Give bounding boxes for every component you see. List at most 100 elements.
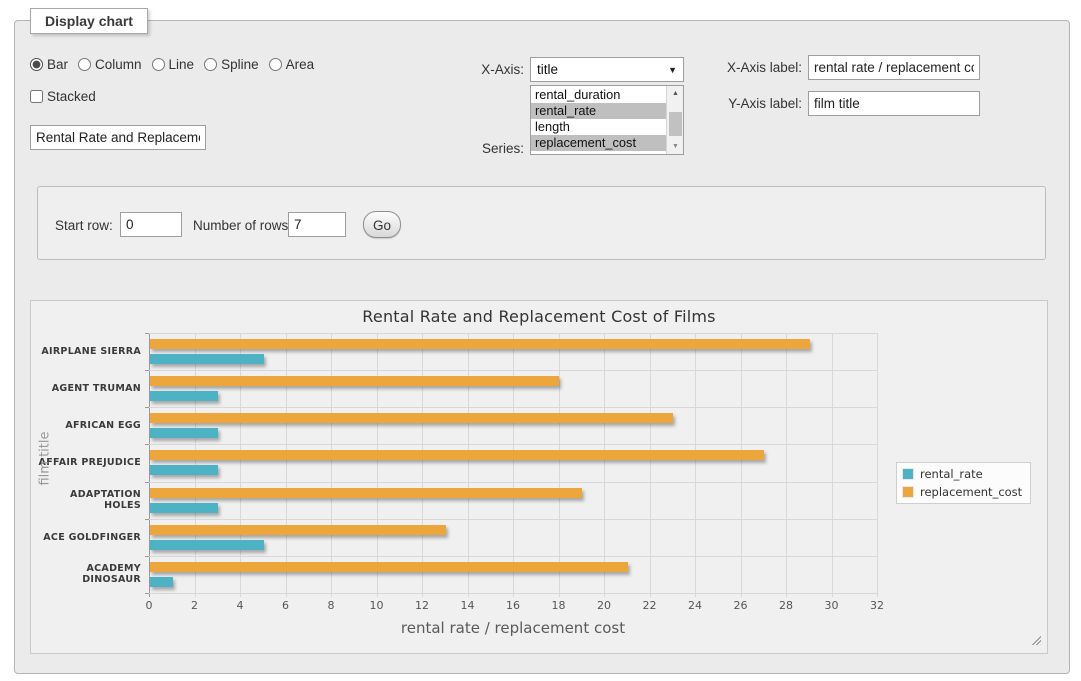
x-tick-label: 6 [271,599,301,612]
gridline-vertical [695,333,696,597]
resize-handle-icon[interactable] [1030,634,1041,645]
gridline-vertical [422,333,423,597]
chart-container: Rental Rate and Replacement Cost of Film… [30,300,1048,654]
gridline-vertical [559,333,560,597]
go-button[interactable]: Go [363,211,401,238]
row-range-panel [37,186,1046,260]
bar-rental_rate [150,577,173,587]
x-tick-label: 0 [134,599,164,612]
gridline-vertical [832,333,833,597]
bar-replacement_cost [150,525,446,535]
x-axis-select[interactable]: title ▼ [530,57,684,82]
y-tick-mark [145,407,149,408]
gridline-vertical [468,333,469,597]
y-axis-label-field-label: Y-Axis label: [720,96,802,111]
chart-type-option-column[interactable]: Column [78,57,142,72]
bar-replacement_cost [150,413,673,423]
legend-label: rental_rate [920,467,983,481]
gridline-vertical [786,333,787,597]
x-axis-select-label: X-Axis: [466,62,524,77]
bar-rental_rate [150,391,218,401]
chart-type-option-bar[interactable]: Bar [30,57,68,72]
number-of-rows-input[interactable] [288,212,346,237]
scroll-down-icon[interactable]: ▼ [667,139,684,154]
x-axis-select-value: title [537,62,558,77]
gridline-horizontal [149,407,877,408]
chart-type-radio-group: Bar Column Line Spline Area [30,57,314,72]
series-option-replacement_cost[interactable]: replacement_cost [531,135,666,151]
gridline-horizontal [149,593,877,594]
gridline-vertical [331,333,332,597]
series-listbox[interactable]: rental_durationrental_ratelengthreplacem… [530,85,684,155]
x-tick-label: 12 [407,599,437,612]
legend-swatch-replacement_cost [902,486,914,498]
y-tick-mark [145,333,149,334]
x-axis-title: rental rate / replacement cost [149,619,877,637]
gridline-vertical [650,333,651,597]
chart-type-radio-column[interactable] [78,58,91,71]
number-of-rows-label: Number of rows: [193,218,292,233]
chart-type-option-area[interactable]: Area [269,57,315,72]
chart-type-option-spline[interactable]: Spline [204,57,259,72]
x-tick-label: 14 [453,599,483,612]
series-options: rental_durationrental_ratelengthreplacem… [531,87,666,151]
x-tick-label: 26 [726,599,756,612]
x-tick-label: 16 [498,599,528,612]
bar-rental_rate [150,540,264,550]
chart-type-option-line[interactable]: Line [152,57,195,72]
gridline-vertical [513,333,514,597]
stacked-label: Stacked [47,89,96,104]
listbox-scrollbar[interactable]: ▲ ▼ [666,86,683,154]
gridline-vertical [240,333,241,597]
gridline-horizontal [149,333,877,334]
bar-replacement_cost [150,450,764,460]
x-tick-label: 30 [817,599,847,612]
bar-replacement_cost [150,562,628,572]
gridline-horizontal [149,444,877,445]
x-tick-label: 2 [180,599,210,612]
y-axis-label-input[interactable] [808,91,980,116]
start-row-input[interactable] [120,212,182,237]
bar-replacement_cost [150,488,582,498]
x-tick-label: 28 [771,599,801,612]
chart-type-label: Area [286,57,315,72]
bar-rental_rate [150,503,218,513]
x-tick-label: 4 [225,599,255,612]
x-tick-label: 22 [635,599,665,612]
gridline-horizontal [149,482,877,483]
x-axis-label-input[interactable] [808,55,980,80]
x-tick-label: 24 [680,599,710,612]
x-tick-label: 18 [544,599,574,612]
start-row-label: Start row: [55,218,113,233]
chart-type-radio-bar[interactable] [30,58,43,71]
scrollbar-thumb[interactable] [669,112,682,136]
chart-type-radio-line[interactable] [152,58,165,71]
chart-title-input[interactable] [30,125,206,150]
gridline-vertical [286,333,287,597]
y-tick-mark [145,556,149,557]
y-tick-mark [145,482,149,483]
bar-rental_rate [150,428,218,438]
legend-swatch-rental_rate [902,468,914,480]
legend-item-replacement_cost[interactable]: replacement_cost [902,485,1022,499]
category-label: ACADEMY DINOSAUR [31,556,141,593]
gridline-horizontal [149,370,877,371]
x-tick-label: 10 [362,599,392,612]
scroll-up-icon[interactable]: ▲ [667,86,684,101]
series-option-length[interactable]: length [531,119,666,135]
chart-type-radio-spline[interactable] [204,58,217,71]
x-tick-label: 20 [589,599,619,612]
stacked-checkbox-row[interactable]: Stacked [30,89,96,104]
gridline-vertical [877,333,878,597]
chart-type-radio-area[interactable] [269,58,282,71]
fieldset-legend: Display chart [30,8,148,34]
legend-item-rental_rate[interactable]: rental_rate [902,467,1022,481]
legend-label: replacement_cost [920,485,1022,499]
series-option-rental_rate[interactable]: rental_rate [531,103,666,119]
stacked-checkbox[interactable] [30,90,43,103]
chart-legend: rental_rate replacement_cost [896,462,1031,504]
gridline-vertical [377,333,378,597]
gridline-horizontal [149,519,877,520]
series-option-rental_duration[interactable]: rental_duration [531,87,666,103]
x-tick-label: 32 [862,599,892,612]
